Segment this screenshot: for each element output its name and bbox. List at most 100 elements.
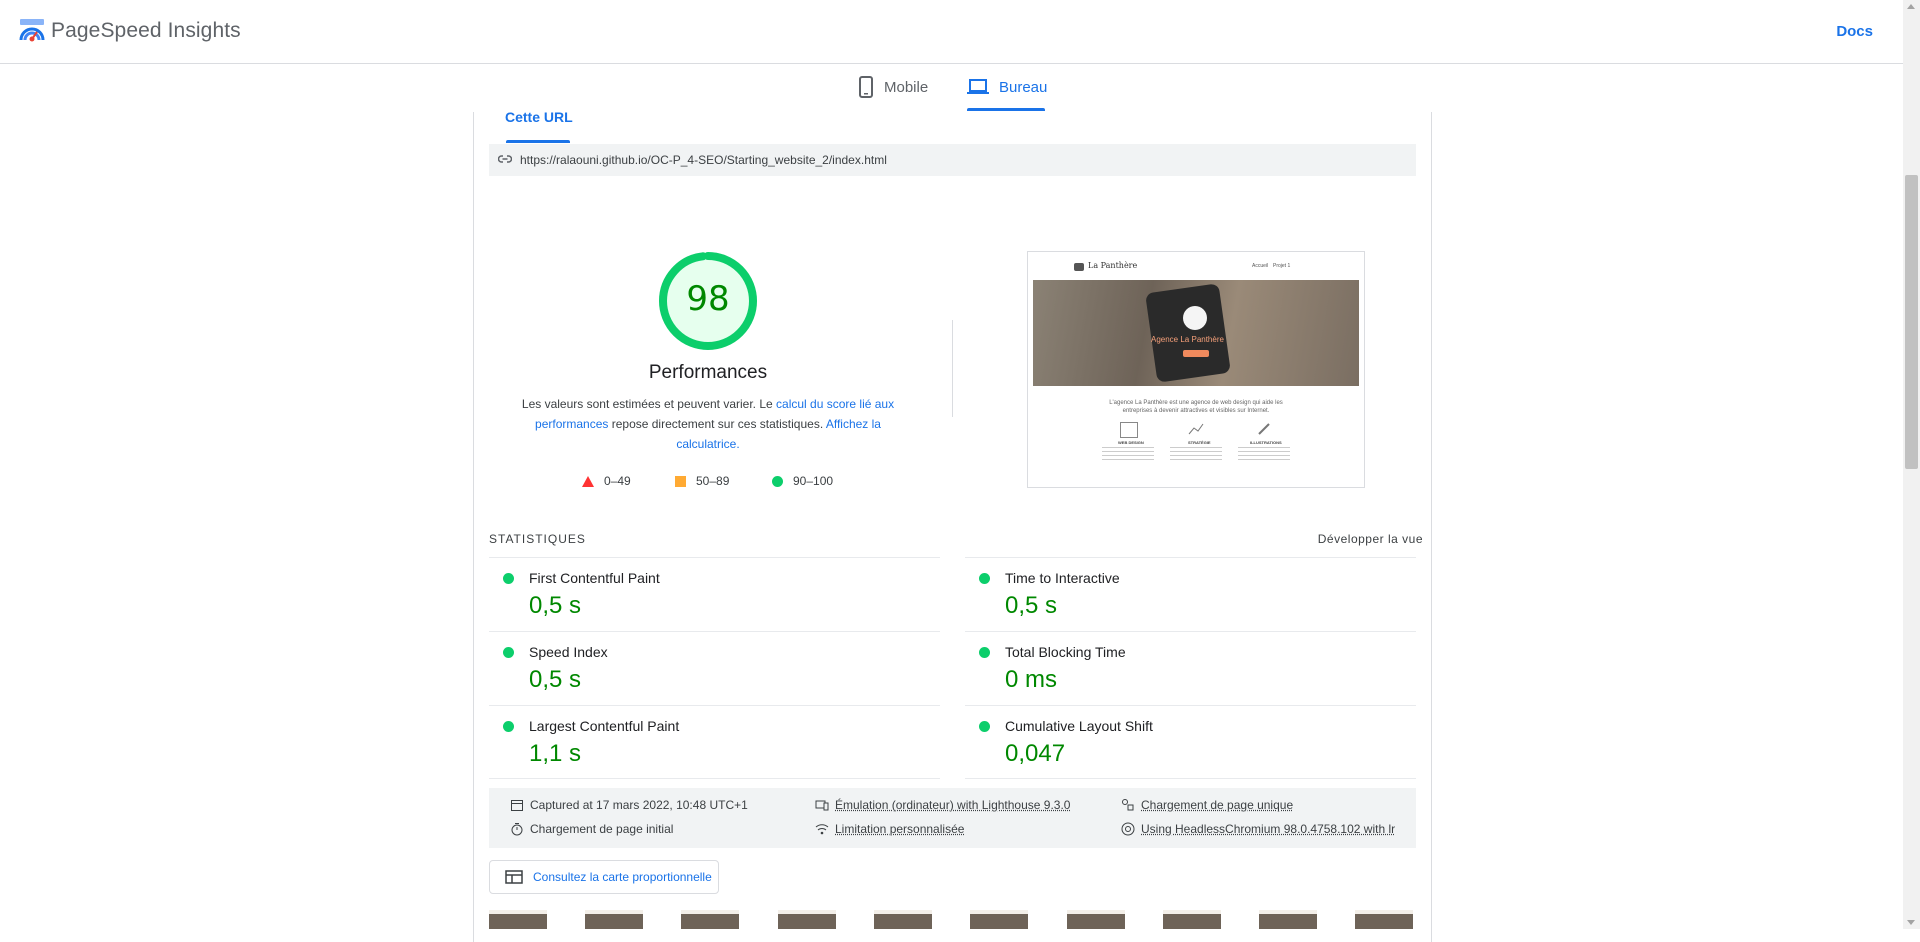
- metric-lcp: Largest Contentful Paint 1,1 s: [489, 705, 940, 780]
- pass-dot-icon: [503, 721, 514, 732]
- metric-tbt: Total Blocking Time 0 ms: [965, 631, 1416, 706]
- active-tab-indicator: [967, 108, 1045, 111]
- scrollbar[interactable]: [1903, 0, 1920, 929]
- metric-value: 0,047: [1005, 740, 1066, 767]
- filmstrip-frame: [1355, 910, 1413, 929]
- metric-fcp: First Contentful Paint 0,5 s: [489, 557, 940, 632]
- preview-hero-button: [1183, 350, 1209, 357]
- treemap-button[interactable]: Consultez la carte proportionnelle: [489, 860, 719, 894]
- filmstrip-frame: [778, 910, 836, 929]
- pass-dot-icon: [503, 647, 514, 658]
- legend-average: 50–89: [675, 474, 729, 488]
- metric-name: Time to Interactive: [1005, 570, 1120, 586]
- top-bar: PageSpeed Insights Docs: [0, 0, 1903, 64]
- info-captured: Captured at 17 mars 2022, 10:48 UTC+1: [510, 798, 748, 812]
- treemap-label: Consultez la carte proportionnelle: [533, 870, 712, 884]
- desc-text-2: repose directement sur ces statistiques.: [608, 417, 826, 431]
- scroll-up-icon[interactable]: [1907, 4, 1915, 9]
- preview-intro: L'agence La Panthère est une agence de w…: [1109, 400, 1283, 414]
- circle-icon: [772, 475, 783, 487]
- scroll-thumb[interactable]: [1905, 175, 1918, 469]
- preview-site-title: La Panthère: [1088, 261, 1138, 270]
- timer-icon: [511, 823, 523, 836]
- chrome-icon: [1121, 822, 1135, 836]
- treemap-icon: [505, 870, 523, 884]
- metric-value: 0,5 s: [529, 592, 582, 619]
- metric-name: Speed Index: [529, 644, 608, 660]
- metric-tti: Time to Interactive 0,5 s: [965, 557, 1416, 632]
- preview-nav-link: Accueil: [1252, 263, 1269, 269]
- metric-value: 0,5 s: [1005, 592, 1058, 619]
- pass-dot-icon: [979, 647, 990, 658]
- score-description: Les valeurs sont estimées et peuvent var…: [514, 394, 902, 454]
- preview-feature-icon: [1188, 422, 1204, 436]
- devices-icon: [815, 800, 829, 811]
- preview-feature-title: WEB DESIGN: [1118, 440, 1144, 445]
- url-bar: https://ralaouni.github.io/OC-P_4-SEO/St…: [489, 144, 1416, 176]
- pass-dot-icon: [503, 573, 514, 584]
- pass-dot-icon: [979, 721, 990, 732]
- metric-cls: Cumulative Layout Shift 0,047: [965, 705, 1416, 780]
- info-throttling[interactable]: Limitation personnalisée: [815, 822, 964, 836]
- initial-load-text: Chargement de page initial: [530, 822, 674, 836]
- info-initial-load: Chargement de page initial: [510, 822, 673, 836]
- preview-phone-image: [1145, 283, 1231, 383]
- info-browser[interactable]: Using HeadlessChromium 98.0.4758.102 wit…: [1121, 822, 1411, 836]
- metric-name: Cumulative Layout Shift: [1005, 718, 1153, 734]
- info-emulation[interactable]: Émulation (ordinateur) with Lighthouse 9…: [815, 798, 1070, 812]
- tab-mobile[interactable]: Mobile: [858, 64, 928, 110]
- single-load-icon: [1122, 799, 1134, 811]
- smartphone-icon: [859, 76, 873, 98]
- pass-dot-icon: [979, 573, 990, 584]
- preview-feature-text: [1102, 447, 1154, 463]
- final-screenshot: La Panthère Accueil Projet 1 Agence La P…: [1027, 251, 1365, 488]
- emulation-text[interactable]: Émulation (ordinateur) with Lighthouse 9…: [835, 798, 1070, 812]
- single-load-text[interactable]: Chargement de page unique: [1141, 798, 1293, 812]
- filmstrip: [489, 910, 1416, 929]
- preview-feature-icon: [1256, 422, 1272, 436]
- triangle-icon: [582, 475, 594, 487]
- metric-value: 1,1 s: [529, 740, 582, 767]
- preview-feature-icon: [1120, 422, 1138, 438]
- preview-feature-text: [1170, 447, 1222, 463]
- calendar-icon: [511, 800, 523, 811]
- legend-pass-label: 90–100: [793, 474, 834, 488]
- throttling-text[interactable]: Limitation personnalisée: [835, 822, 964, 836]
- filmstrip-frame: [1163, 910, 1221, 929]
- preview-logo-icon: [1074, 263, 1084, 271]
- device-tabs: Mobile Bureau: [0, 64, 1903, 112]
- expand-view-toggle[interactable]: Développer la vue: [1318, 532, 1423, 546]
- app-title[interactable]: PageSpeed Insights: [51, 19, 241, 43]
- filmstrip-frame: [681, 910, 739, 929]
- info-single-load[interactable]: Chargement de page unique: [1121, 798, 1293, 812]
- wifi-icon: [815, 824, 829, 835]
- browser-text[interactable]: Using HeadlessChromium 98.0.4758.102 wit…: [1141, 822, 1395, 836]
- tab-desktop-label: Bureau: [999, 78, 1048, 96]
- captured-text: Captured at 17 mars 2022, 10:48 UTC+1: [530, 798, 748, 812]
- filmstrip-frame: [874, 910, 932, 929]
- performance-title: Performances: [648, 362, 768, 383]
- preview-nav: La Panthère Accueil Projet 1: [1028, 252, 1364, 280]
- metric-speed-index: Speed Index 0,5 s: [489, 631, 940, 706]
- metric-name: Total Blocking Time: [1005, 644, 1126, 660]
- legend-pass: 90–100: [772, 474, 833, 488]
- legend-fail-label: 0–49: [604, 474, 631, 488]
- tab-desktop[interactable]: Bureau: [967, 64, 1047, 110]
- docs-link[interactable]: Docs: [1836, 23, 1873, 40]
- metric-name: Largest Contentful Paint: [529, 718, 680, 734]
- filmstrip-frame: [585, 910, 643, 929]
- link-icon: [498, 155, 512, 163]
- tested-url: https://ralaouni.github.io/OC-P_4-SEO/St…: [520, 153, 887, 167]
- tab-mobile-label: Mobile: [884, 78, 929, 96]
- legend-average-label: 50–89: [696, 474, 730, 488]
- preview-badge-icon: [1183, 306, 1207, 330]
- filmstrip-frame: [1067, 910, 1125, 929]
- statistics-heading: STATISTIQUES: [489, 532, 586, 546]
- metric-value: 0,5 s: [529, 666, 582, 693]
- tab-this-url[interactable]: Cette URL: [505, 109, 573, 125]
- scroll-down-icon[interactable]: [1907, 920, 1915, 925]
- url-tab-indicator: [506, 140, 570, 143]
- pagespeed-logo-icon[interactable]: [18, 18, 46, 44]
- metric-value: 0 ms: [1005, 666, 1058, 693]
- preview-hero-title: Agence La Panthère: [1151, 335, 1224, 344]
